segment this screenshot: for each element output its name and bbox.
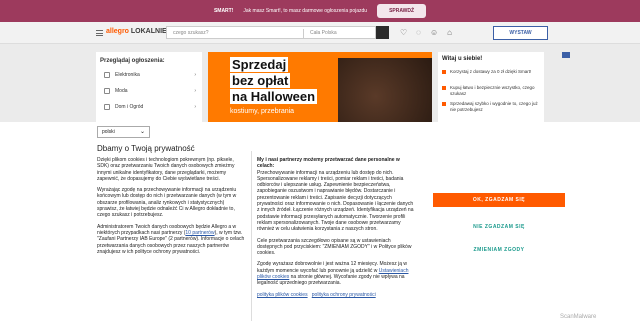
chevron-down-icon: ⌄	[139, 129, 145, 135]
privacy-paragraph: Cele przetwarzania szczegółowo opisane s…	[257, 237, 412, 257]
privacy-paragraph: Administratorem Twoich danych osobowych …	[97, 224, 245, 255]
categories-card: Przeglądaj ogłoszenia: Elektronika › Moda…	[96, 52, 202, 122]
heart-icon[interactable]: ♡	[400, 28, 407, 37]
banner-line-1: Sprzedaj	[230, 57, 289, 72]
benefit-icon	[442, 102, 446, 106]
benefit-text: Sprzedawaj szybko i wygodnie to, czego j…	[450, 101, 538, 112]
category-item[interactable]: Dom i Ogród ›	[104, 104, 198, 110]
banner-headline: Sprzedaj bez opłat na Halloween	[230, 57, 318, 105]
footer-links: polityka plików cookies polityka ochrony…	[257, 292, 417, 298]
promo-bar: SMART! Jak masz Smart!, to masz darmowe …	[0, 0, 640, 22]
category-label: Moda	[115, 88, 128, 94]
welcome-card: Witaj u siebie! Korzystaj z dostawy za 0…	[438, 52, 544, 122]
logo-sub: LOKALNIE	[130, 28, 167, 35]
halloween-banner[interactable]: Sprzedaj bez opłat na Halloween kostiumy…	[208, 52, 432, 122]
header: allegro LOKALNIE czego szukasz? Cała Pol…	[0, 22, 640, 44]
post-listing-button[interactable]: WYSTAW	[493, 26, 548, 40]
benefit-icon	[442, 70, 446, 74]
privacy-paragraph: Zgodę wyrażasz dobrowolnie i jest ważna …	[257, 261, 417, 286]
user-icon[interactable]: ☺	[430, 28, 438, 37]
category-icon	[104, 88, 110, 94]
language-value: polski	[102, 129, 115, 135]
category-item[interactable]: Moda ›	[104, 88, 198, 94]
accept-button[interactable]: OK, ZGADZAM SIĘ	[433, 193, 565, 207]
header-icons: ♡ ◌ ☺ ⌂	[400, 28, 452, 37]
bell-icon[interactable]: ⌂	[447, 28, 452, 37]
chevron-right-icon: ›	[194, 72, 196, 78]
search-divider	[303, 29, 304, 38]
check-button[interactable]: SPRAWDŹ	[377, 4, 427, 18]
location-input[interactable]: Cała Polska	[310, 30, 337, 36]
search-button[interactable]	[376, 26, 389, 39]
banner-subtitle: kostiumy, przebrania	[230, 108, 295, 115]
category-label: Dom i Ogród	[115, 104, 144, 110]
banner-image	[338, 58, 432, 122]
search-input[interactable]: czego szukasz?	[173, 30, 209, 36]
chevron-right-icon: ›	[194, 104, 196, 110]
categories-title: Przeglądaj ogłoszenia:	[100, 58, 165, 64]
logo-main: allegro	[106, 28, 129, 35]
category-icon	[104, 104, 110, 110]
cookie-policy-link[interactable]: polityka plików cookies	[257, 292, 308, 298]
benefit-text: Korzystaj z dostawy za 0 zł dzięki Smart…	[450, 69, 532, 74]
watermark: ScanMalware	[560, 314, 597, 320]
privacy-policy-link[interactable]: polityka ochrony prywatności	[312, 292, 376, 298]
privacy-paragraph: Dzięki plikom cookies i technologiom pok…	[97, 157, 235, 182]
column-divider	[251, 151, 252, 321]
change-consent-button[interactable]: ZMIENIAM ZGODY	[433, 244, 565, 256]
reject-button[interactable]: NIE ZGADZAM SIĘ	[433, 221, 565, 233]
flag-icon	[562, 52, 570, 58]
welcome-title: Witaj u siebie!	[442, 56, 483, 62]
benefit-text: Kupuj łatwo i bezpiecznie wszystko, czeg…	[450, 85, 535, 96]
benefit-icon	[442, 86, 446, 90]
privacy-left-column: Dzięki plikom cookies i technologiom pok…	[97, 157, 245, 260]
language-select[interactable]: polski ⌄	[97, 126, 150, 138]
privacy-paragraph: Przechowywanie informacji na urządzeniu …	[257, 169, 414, 233]
privacy-paragraph: Wyrażając zgodę na przechowywanie inform…	[97, 187, 237, 219]
menu-icon[interactable]	[96, 30, 103, 36]
chevron-right-icon: ›	[194, 88, 196, 94]
smart-logo: SMART!	[213, 8, 234, 14]
banner-line-3: na Halloween	[230, 89, 318, 104]
category-item[interactable]: Elektronika ›	[104, 72, 198, 78]
category-label: Elektronika	[115, 72, 140, 78]
category-icon	[104, 72, 110, 78]
chat-icon[interactable]: ◌	[416, 28, 421, 37]
allegro-logo[interactable]: allegro LOKALNIE	[106, 28, 167, 35]
privacy-right-column: My i nasi partnerzy możemy przetwarzać d…	[257, 157, 417, 303]
search-bar: czego szukasz? Cała Polska	[166, 26, 376, 39]
privacy-title: Dbamy o Twoją prywatność	[97, 144, 195, 153]
partners-link[interactable]: 10 partnerów	[185, 230, 214, 236]
promo-message: Jak masz Smart!, to masz darmowe ogłosze…	[243, 8, 368, 14]
purposes-heading: My i nasi partnerzy możemy przetwarzać d…	[257, 157, 400, 170]
banner-line-2: bez opłat	[230, 73, 291, 88]
